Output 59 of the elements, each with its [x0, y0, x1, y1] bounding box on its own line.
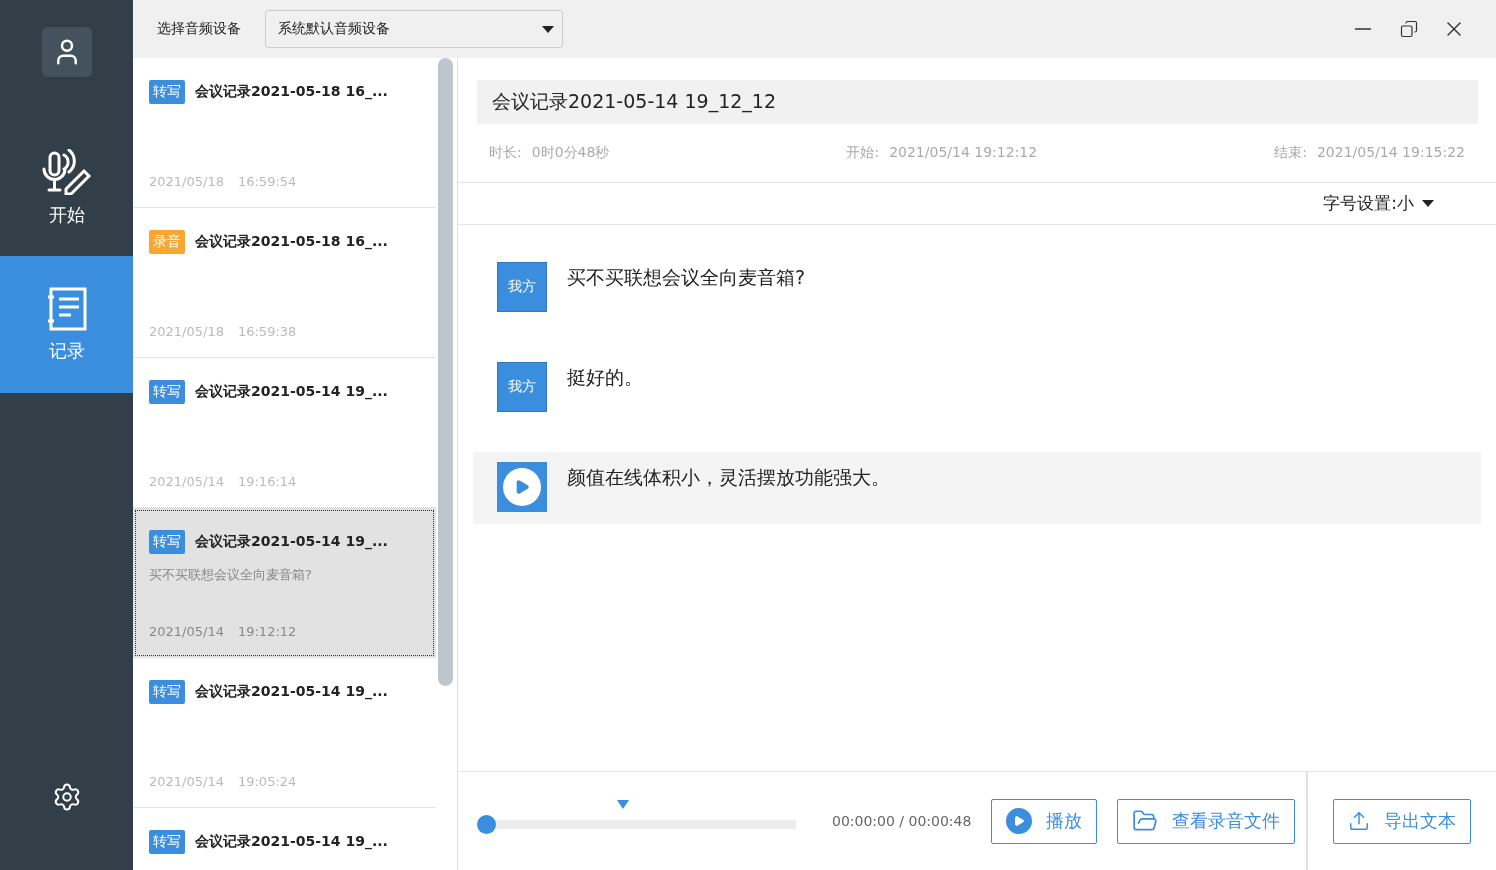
play-icon: [1006, 808, 1033, 834]
record-time: 16:59:38: [237, 324, 297, 339]
meta-value: 2021/05/14 19:15:22: [1316, 144, 1465, 162]
playback-time: 00:00:00 / 00:00:48: [832, 813, 972, 829]
record-title: 会议记录2021-05-18 16_...: [195, 83, 388, 101]
record-date: 2021/05/14: [149, 474, 224, 489]
meta-label: 时长:: [489, 144, 522, 162]
record-time: 19:12:12: [237, 624, 297, 639]
meta-value: 2021/05/14 19:12:12: [889, 144, 1038, 162]
transcript-text: 挺好的。: [567, 365, 643, 390]
scrollbar[interactable]: [438, 58, 453, 686]
notebook-icon: [46, 286, 87, 331]
speaker-label: 我方: [497, 262, 547, 312]
record-title: 会议记录2021-05-14 19_...: [195, 533, 388, 551]
record-tag: 转写: [149, 380, 185, 404]
caret-icon: [542, 25, 554, 33]
record-title: 会议记录2021-05-14 19_...: [195, 383, 388, 401]
record-time: 19:16:14: [237, 474, 297, 489]
device-select[interactable]: 系统默认音频设备: [265, 10, 563, 48]
transcript-text: 买不买联想会议全向麦音箱?: [567, 265, 806, 290]
font-size-dropdown[interactable]: 字号设置:小: [458, 183, 1496, 225]
upload-icon: [1348, 810, 1370, 832]
record-title: 会议记录2021-05-14 19_...: [195, 683, 388, 701]
meta-value: 0时0分48秒: [531, 144, 610, 162]
record-title: 会议记录2021-05-14 19_...: [195, 833, 388, 851]
meta-label: 结束:: [1274, 144, 1307, 162]
record-date: 2021/05/14: [149, 624, 224, 639]
caret-icon: [1422, 200, 1434, 207]
meta-label: 开始:: [846, 144, 880, 162]
record-tag: 转写: [149, 530, 185, 554]
record-tag: 录音: [149, 230, 185, 254]
play-button[interactable]: [497, 462, 547, 512]
record-date: 2021/05/18: [149, 174, 224, 189]
play-button[interactable]: 播放: [991, 798, 1098, 844]
record-preview: 买不买联想会议全向麦音箱?: [149, 566, 313, 584]
record-tag: 转写: [149, 80, 185, 104]
transcript-row[interactable]: 我方 挺好的。: [473, 352, 1481, 424]
user-avatar[interactable]: [41, 27, 92, 77]
record-heading: 会议记录2021-05-14 19_12_12: [477, 80, 1478, 124]
record-title: 会议记录2021-05-18 16_...: [195, 233, 388, 251]
device-label: 选择音频设备: [157, 20, 241, 38]
record-tag: 转写: [149, 680, 185, 704]
record-date: 2021/05/18: [149, 324, 224, 339]
record-date: 2021/05/14: [149, 774, 224, 789]
open-folder-button[interactable]: 查看录音文件: [1117, 798, 1296, 844]
sidebar-item[interactable]: 开始: [0, 119, 133, 256]
transcript-row[interactable]: 我方 买不买联想会议全向麦音箱?: [473, 252, 1481, 324]
folder-icon: [1132, 808, 1159, 834]
record-item[interactable]: 转写 会议记录2021-05-14 19_... 买不买联想会议全向麦音箱? 2021/05/14 19:12:12: [133, 508, 436, 658]
speaker-label: 我方: [497, 362, 547, 412]
play-icon: [503, 468, 541, 506]
record-tag: 转写: [149, 830, 185, 854]
restore-icon[interactable]: [1400, 20, 1418, 38]
record-time: 19:05:24: [237, 774, 297, 789]
record-time: 16:59:54: [237, 174, 297, 189]
transcript-text: 颜值在线体积小，灵活摆放功能强大。: [567, 465, 890, 490]
microphone-pen-icon: [41, 148, 92, 195]
progress-thumb[interactable]: [477, 814, 496, 834]
transcript-row-highlighted[interactable]: 颜值在线体积小，灵活摆放功能强大。: [473, 452, 1481, 524]
